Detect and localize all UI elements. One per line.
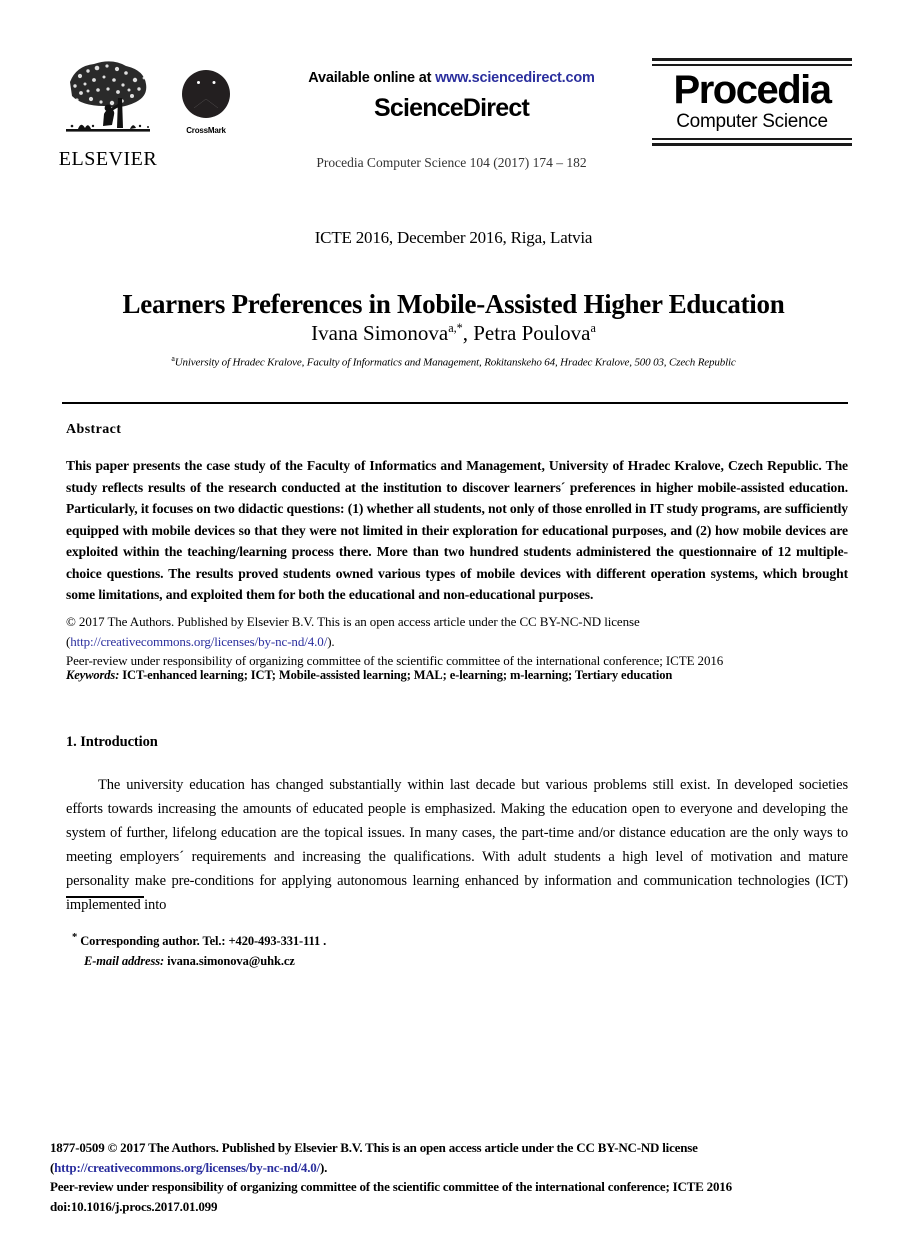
crossmark-wordmark: CrossMark [186, 126, 226, 135]
author-separator: , [462, 321, 474, 345]
sciencedirect-block: Available online at www.sciencedirect.co… [251, 52, 652, 171]
footer-license-url-line: (http://creativecommons.org/licenses/by-… [50, 1158, 850, 1178]
page-footer: 1877-0509 © 2017 The Authors. Published … [50, 1138, 850, 1216]
crossmark-icon [182, 70, 230, 118]
page-title: Learners Preferences in Mobile-Assisted … [122, 289, 785, 320]
license-block: © 2017 The Authors. Published by Elsevie… [66, 612, 848, 671]
elsevier-wordmark: ELSEVIER [58, 148, 158, 170]
sciencedirect-url-link[interactable]: www.sciencedirect.com [435, 70, 595, 86]
author-one-affiliation-marker: a, [448, 321, 457, 335]
footer-issn-license-line: 1877-0509 © 2017 The Authors. Published … [50, 1140, 698, 1155]
paper-page: ELSEVIER CrossMark Available online at w… [0, 0, 907, 1238]
license-close-paren: ). [327, 633, 335, 649]
procedia-top-rule [652, 58, 852, 66]
elsevier-tree-icon [66, 61, 150, 132]
crossmark-logo[interactable]: CrossMark [161, 52, 251, 135]
procedia-title: Procedia [673, 68, 832, 112]
abstract-text: This paper presents the case study of th… [66, 458, 848, 602]
keywords-text: ICT-enhanced learning; ICT; Mobile-assis… [119, 668, 673, 682]
corresponding-author-text: Corresponding author. Tel.: +420-493-331… [77, 934, 327, 949]
email-label: E-mail address: [84, 954, 165, 969]
affiliation-line: aUniversity of Hradec Kralove, Faculty o… [55, 354, 852, 369]
footnote-divider [66, 896, 144, 898]
procedia-subtitle: Computer Science [676, 111, 828, 133]
license-url-link[interactable]: http://creativecommons.org/licenses/by-n… [70, 634, 327, 649]
license-line-2: (http://creativecommons.org/licenses/by-… [66, 632, 848, 652]
footer-doi[interactable]: doi:10.1016/j.procs.2017.01.099 [50, 1197, 850, 1217]
abstract-divider [62, 402, 848, 404]
section-heading-introduction: 1. Introduction [66, 734, 158, 751]
corresponding-author-note: * Corresponding author. Tel.: +420-493-3… [72, 928, 572, 951]
available-online-line: Available online at www.sciencedirect.co… [251, 70, 652, 86]
procedia-logo: Procedia Computer Science [652, 52, 852, 146]
introduction-paragraph: The university education has changed sub… [66, 776, 848, 913]
author-one-name: Ivana Simonova [311, 321, 449, 345]
journal-header: ELSEVIER CrossMark Available online at w… [55, 52, 852, 187]
available-online-prefix: Available online at [308, 70, 436, 86]
sciencedirect-wordmark: ScienceDirect [374, 94, 530, 122]
footnote-block: * Corresponding author. Tel.: +420-493-3… [72, 928, 572, 971]
author-two-name: Petra Poulova [473, 321, 591, 345]
email-address[interactable]: ivana.simonova@uhk.cz [164, 954, 295, 968]
procedia-bottom-rule [652, 137, 852, 146]
affiliation-text: University of Hradec Kralove, Faculty of… [174, 356, 736, 369]
keywords-line: Keywords: ICT-enhanced learning; ICT; Mo… [66, 668, 848, 683]
abstract-heading: Abstract [66, 422, 122, 437]
email-note: E-mail address: ivana.simonova@uhk.cz [72, 951, 572, 971]
keywords-label: Keywords: [66, 668, 120, 682]
footer-peer-review-line: Peer-review under responsibility of orga… [50, 1179, 732, 1194]
footer-close-paren: ). [319, 1159, 328, 1175]
conference-line: ICTE 2016, December 2016, Riga, Latvia [314, 228, 593, 247]
author-two-affiliation-marker: a [590, 321, 596, 335]
elsevier-logo: ELSEVIER [55, 52, 161, 169]
author-list: Ivana Simonovaa,*, Petra Poulovaa [55, 320, 852, 346]
license-line-1: © 2017 The Authors. Published by Elsevie… [66, 614, 640, 629]
journal-citation-line: Procedia Computer Science 104 (2017) 174… [316, 155, 587, 170]
footer-license-url-link[interactable]: http://creativecommons.org/licenses/by-n… [54, 1160, 320, 1175]
